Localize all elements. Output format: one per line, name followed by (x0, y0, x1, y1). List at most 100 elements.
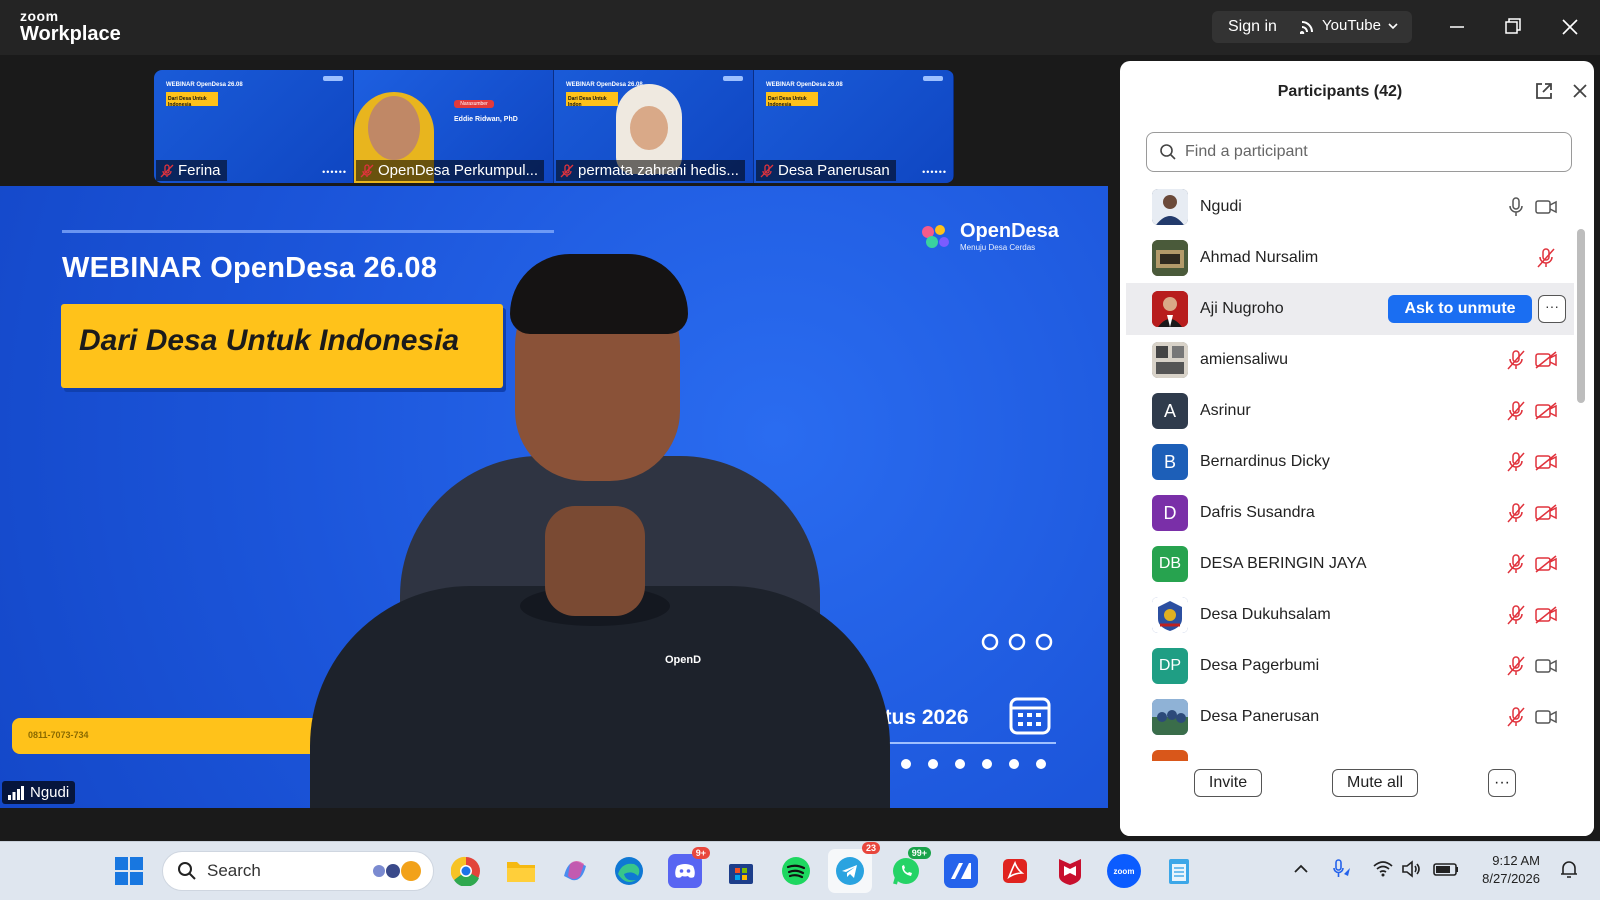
wifi-icon[interactable] (1372, 858, 1394, 880)
avatar (1152, 291, 1188, 327)
participant-name: Desa Panerusan (1200, 708, 1320, 725)
thumbnail-name: Ferina (178, 162, 221, 179)
video-off-icon[interactable] (1534, 348, 1558, 372)
sign-in-button[interactable]: Sign in (1228, 18, 1277, 36)
brand-tagline: Menuju Desa Cerdas (960, 243, 1036, 252)
thumb-slide-banner: Dari Desa Untuk Indonesia (766, 92, 818, 108)
mute-all-button[interactable]: Mute all (1332, 769, 1418, 797)
mic-muted-icon[interactable] (1504, 654, 1528, 678)
zoom-taskbar-icon[interactable]: zoom (1107, 854, 1141, 888)
restore-icon[interactable] (1498, 12, 1528, 42)
speaker-name-tag: Ngudi (2, 781, 76, 804)
thumb-dots: •••••• (322, 167, 347, 177)
thumbnail-permata[interactable]: WEBINAR OpenDesa 26.08 Dari Desa Untuk I… (554, 70, 754, 183)
ask-to-unmute-button[interactable]: Ask to unmute (1388, 295, 1532, 323)
acrobat-icon[interactable] (998, 854, 1032, 888)
avatar (1152, 189, 1188, 225)
battery-icon[interactable] (1432, 858, 1460, 880)
participant-row[interactable]: DP Desa Pagerbumi (1126, 640, 1574, 692)
windows-start-icon[interactable] (114, 856, 144, 886)
participant-row[interactable]: D Dafris Susandra (1126, 487, 1574, 539)
app-launcher-icon[interactable] (944, 854, 978, 888)
video-camera-icon[interactable] (1534, 195, 1558, 219)
participant-search[interactable] (1146, 132, 1572, 172)
broadcast-icon (1300, 20, 1313, 34)
logo-workplace: Workplace (20, 23, 121, 45)
mic-muted-icon[interactable] (1534, 246, 1558, 270)
video-off-icon[interactable] (1534, 603, 1558, 627)
notification-bell-icon[interactable] (1558, 858, 1580, 880)
mic-muted-icon[interactable] (1504, 501, 1528, 525)
slide-divider (62, 230, 554, 233)
opendesa-logo-icon (922, 225, 949, 248)
file-explorer-icon[interactable] (504, 854, 538, 888)
participant-row-hovered[interactable]: Aji Nugroho Ask to unmute ··· (1126, 283, 1574, 335)
signal-strength-icon (8, 785, 24, 800)
participants-panel: Participants (42) Ngudi Ahmad Nursalim (1120, 61, 1594, 836)
video-camera-icon[interactable] (1534, 654, 1558, 678)
video-off-icon[interactable] (1534, 450, 1558, 474)
minimize-icon[interactable] (1442, 12, 1472, 42)
mic-icon[interactable] (1504, 195, 1528, 219)
chevron-up-icon[interactable] (1290, 858, 1312, 880)
thumbnail-opendesa[interactable]: Narasumber Eddie Ridwan, PhD OpenDesa Pe… (354, 70, 554, 183)
participant-name: Desa Pagerbumi (1200, 657, 1320, 674)
thumbnail-name-tag: Desa Panerusan (756, 160, 896, 181)
chrome-icon[interactable] (449, 854, 483, 888)
video-camera-icon[interactable] (1534, 705, 1558, 729)
scrollbar-thumb[interactable] (1577, 229, 1585, 403)
close-icon[interactable] (1555, 12, 1585, 42)
discord-badge: 9+ (691, 847, 710, 859)
video-off-icon[interactable] (1534, 552, 1558, 576)
participant-row[interactable]: Desa Dukuhsalam (1126, 589, 1574, 641)
participant-row[interactable]: A Asrinur (1126, 385, 1574, 437)
livestream-dropdown[interactable]: YouTube (1300, 17, 1399, 34)
mic-location-icon[interactable] (1330, 858, 1352, 880)
discord-icon[interactable]: 9+ (668, 847, 710, 888)
panel-more-button[interactable]: ··· (1488, 769, 1516, 797)
mic-muted-icon (560, 163, 574, 177)
mic-muted-icon[interactable] (1504, 348, 1528, 372)
whatsapp-icon[interactable]: 99+ (889, 847, 931, 888)
notepad-icon[interactable] (1162, 854, 1196, 888)
invite-button[interactable]: Invite (1194, 769, 1262, 797)
mic-muted-icon[interactable] (1504, 450, 1528, 474)
clock-date: 8/27/2026 (1482, 871, 1540, 886)
telegram-icon[interactable]: 23 (828, 842, 880, 893)
thumbnail-ferina[interactable]: WEBINAR OpenDesa 26.08 Dari Desa Untuk I… (154, 70, 354, 183)
taskbar-search[interactable]: Search (162, 851, 434, 891)
search-icon (1160, 144, 1176, 160)
mic-muted-icon[interactable] (1504, 552, 1528, 576)
participant-row[interactable]: B Bernardinus Dicky (1126, 436, 1574, 488)
active-speaker-video[interactable]: WEBINAR OpenDesa 26.08 Dari Desa Untuk I… (0, 186, 1108, 808)
video-off-icon[interactable] (1534, 501, 1558, 525)
thumbnail-desa-panerusan[interactable]: WEBINAR OpenDesa 26.08 Dari Desa Untuk I… (754, 70, 954, 183)
participant-row[interactable]: Desa Panerusan (1126, 691, 1574, 743)
participant-row[interactable]: amiensaliwu (1126, 334, 1574, 386)
logo-zoom: zoom (20, 8, 59, 24)
participant-row[interactable]: Ngudi (1126, 181, 1574, 233)
pop-out-icon[interactable] (1532, 79, 1556, 103)
participant-more-button[interactable]: ··· (1538, 295, 1566, 323)
volume-icon[interactable] (1400, 858, 1422, 880)
thumb-slide-title: WEBINAR OpenDesa 26.08 (566, 82, 643, 88)
close-panel-icon[interactable] (1568, 79, 1592, 103)
slide-title: WEBINAR OpenDesa 26.08 (62, 252, 438, 284)
slide-footer-line (880, 742, 1056, 744)
system-clock[interactable]: 9:12 AM 8/27/2026 (1470, 852, 1540, 888)
participant-row[interactable]: DB DESA BERINGIN JAYA (1126, 538, 1574, 590)
mcafee-icon[interactable] (1053, 854, 1087, 888)
participant-name: Bernardinus Dicky (1200, 453, 1330, 470)
edge-icon[interactable] (612, 854, 646, 888)
avatar (1152, 699, 1188, 735)
spotify-icon[interactable] (779, 854, 813, 888)
copilot-icon[interactable] (558, 854, 592, 888)
mic-muted-icon[interactable] (1504, 705, 1528, 729)
mic-muted-icon[interactable] (1504, 603, 1528, 627)
video-off-icon[interactable] (1534, 399, 1558, 423)
participant-row[interactable]: Ahmad Nursalim (1126, 232, 1574, 284)
microsoft-store-icon[interactable] (724, 854, 758, 888)
participant-search-input[interactable] (1185, 143, 1565, 161)
thumbnail-name: permata zahrani hedis... (578, 162, 739, 179)
mic-muted-icon[interactable] (1504, 399, 1528, 423)
